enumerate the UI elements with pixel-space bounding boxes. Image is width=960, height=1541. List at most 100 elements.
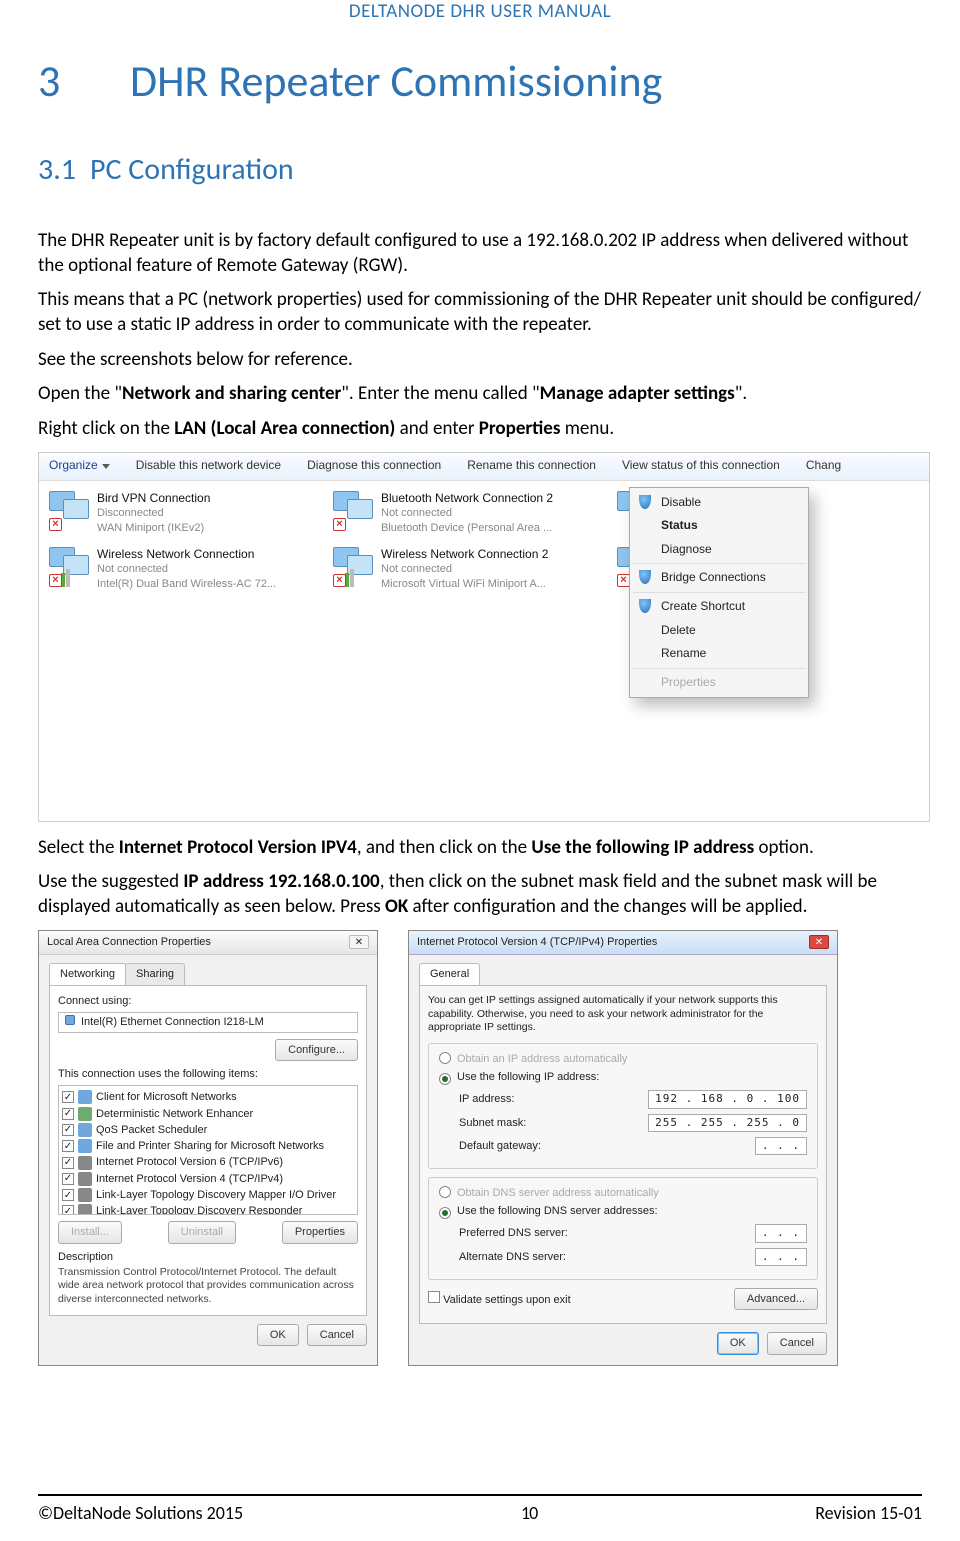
dialog-title: Local Area Connection Properties bbox=[47, 935, 211, 949]
ok-button[interactable]: OK bbox=[257, 1324, 299, 1346]
gateway-input[interactable]: . . . bbox=[755, 1137, 807, 1155]
context-menu-item[interactable]: Diagnose bbox=[633, 538, 805, 562]
document-header: DELTANODE DHR USER MANUAL bbox=[38, 0, 922, 25]
component-icon bbox=[78, 1204, 92, 1215]
context-menu-item[interactable]: Create Shortcut bbox=[633, 595, 805, 619]
close-button[interactable]: ✕ bbox=[349, 935, 369, 949]
component-icon bbox=[78, 1107, 92, 1121]
connection-icon: × bbox=[333, 491, 373, 531]
alternate-dns-input[interactable]: . . . bbox=[755, 1248, 807, 1266]
checkbox[interactable]: ✓ bbox=[62, 1108, 74, 1120]
connection-item[interactable]: ×Bird VPN ConnectionDisconnectedWAN Mini… bbox=[49, 491, 301, 535]
checkbox[interactable]: ✓ bbox=[62, 1157, 74, 1169]
checkbox[interactable]: ✓ bbox=[62, 1173, 74, 1185]
validate-checkbox[interactable] bbox=[428, 1291, 440, 1303]
context-menu-item[interactable]: Delete bbox=[633, 619, 805, 643]
configure-button[interactable]: Configure... bbox=[275, 1039, 358, 1061]
label: IP address: bbox=[459, 1092, 609, 1106]
component-icon bbox=[78, 1172, 92, 1186]
preferred-dns-input[interactable]: . . . bbox=[755, 1224, 807, 1242]
component-icon bbox=[78, 1090, 92, 1104]
properties-button[interactable]: Properties bbox=[282, 1221, 358, 1243]
toolbar: Organize Disable this network device Dia… bbox=[39, 453, 929, 481]
shield-icon bbox=[639, 599, 651, 613]
close-button[interactable]: ✕ bbox=[809, 935, 829, 949]
list-item[interactable]: ✓File and Printer Sharing for Microsoft … bbox=[62, 1138, 354, 1154]
description-text: Transmission Control Protocol/Internet P… bbox=[58, 1266, 358, 1307]
paragraph: Open the "Network and sharing center". E… bbox=[38, 382, 922, 407]
connection-item[interactable]: ×Wireless Network Connection 2Not connec… bbox=[333, 547, 585, 591]
h2-number: 3.1 bbox=[38, 150, 90, 189]
shield-icon bbox=[639, 495, 651, 509]
list-item[interactable]: ✓Client for Microsoft Networks bbox=[62, 1089, 354, 1105]
footer-right: Revision 15-01 bbox=[815, 1502, 922, 1525]
toolbar-item[interactable]: Chang bbox=[806, 458, 841, 474]
paragraph: See the screenshots below for reference. bbox=[38, 348, 922, 373]
cancel-button[interactable]: Cancel bbox=[307, 1324, 367, 1346]
component-icon bbox=[78, 1123, 92, 1137]
checkbox[interactable]: ✓ bbox=[62, 1124, 74, 1136]
context-menu-item[interactable]: Bridge Connections bbox=[633, 566, 805, 590]
list-item[interactable]: ✓QoS Packet Scheduler bbox=[62, 1122, 354, 1138]
list-item[interactable]: ✓Link-Layer Topology Discovery Mapper I/… bbox=[62, 1187, 354, 1203]
uninstall-button[interactable]: Uninstall bbox=[168, 1221, 236, 1243]
toolbar-item[interactable]: Disable this network device bbox=[136, 458, 281, 474]
context-menu-item: Properties bbox=[633, 671, 805, 695]
page-number: 10 bbox=[521, 1502, 537, 1525]
tab-general[interactable]: General bbox=[419, 963, 480, 985]
label: Alternate DNS server: bbox=[459, 1250, 609, 1264]
connection-item[interactable]: ×Wireless Network ConnectionNot connecte… bbox=[49, 547, 301, 591]
install-button[interactable]: Install... bbox=[58, 1221, 122, 1243]
component-icon bbox=[78, 1156, 92, 1170]
connection-icon: × bbox=[49, 547, 89, 587]
paragraph: The DHR Repeater unit is by factory defa… bbox=[38, 229, 922, 278]
organize-menu[interactable]: Organize bbox=[49, 458, 110, 474]
list-item[interactable]: ✓Internet Protocol Version 6 (TCP/IPv6) bbox=[62, 1154, 354, 1170]
paragraph: Right click on the LAN (Local Area conne… bbox=[38, 417, 922, 442]
radio-static-dns[interactable] bbox=[439, 1207, 451, 1219]
toolbar-item[interactable]: Rename this connection bbox=[467, 458, 596, 474]
heading-2: 3.1 PC Configuration bbox=[38, 150, 922, 189]
connection-icon: × bbox=[333, 547, 373, 587]
adapter-field: Intel(R) Ethernet Connection I218-LM bbox=[58, 1012, 358, 1032]
context-menu-item[interactable]: Status bbox=[633, 514, 805, 538]
label: Preferred DNS server: bbox=[459, 1226, 609, 1240]
heading-1: 3 DHR Repeater Commissioning bbox=[38, 53, 922, 110]
subnet-mask-input[interactable]: 255 . 255 . 255 . 0 bbox=[648, 1114, 807, 1132]
paragraph: This means that a PC (network properties… bbox=[38, 288, 922, 337]
checkbox[interactable]: ✓ bbox=[62, 1205, 74, 1215]
tab-networking[interactable]: Networking bbox=[49, 963, 126, 985]
tab-sharing[interactable]: Sharing bbox=[125, 963, 185, 985]
ipv4-properties-dialog: Internet Protocol Version 4 (TCP/IPv4) P… bbox=[408, 930, 838, 1366]
checkbox[interactable]: ✓ bbox=[62, 1091, 74, 1103]
h1-number: 3 bbox=[38, 53, 130, 110]
lan-properties-dialog: Local Area Connection Properties ✕ Netwo… bbox=[38, 930, 378, 1366]
page-footer: ©DeltaNode Solutions 2015 10 Revision 15… bbox=[38, 1494, 922, 1525]
radio-static-ip[interactable] bbox=[439, 1073, 451, 1085]
h1-text: DHR Repeater Commissioning bbox=[130, 53, 662, 110]
component-icon bbox=[78, 1139, 92, 1153]
advanced-button[interactable]: Advanced... bbox=[734, 1288, 818, 1310]
ip-address-input[interactable]: 192 . 168 . 0 . 100 bbox=[648, 1090, 807, 1108]
label: Default gateway: bbox=[459, 1139, 609, 1153]
context-menu-item[interactable]: Rename bbox=[633, 642, 805, 666]
component-list[interactable]: ✓Client for Microsoft Networks✓Determini… bbox=[58, 1085, 358, 1215]
component-icon bbox=[78, 1188, 92, 1202]
context-menu-item[interactable]: Disable bbox=[633, 491, 805, 515]
checkbox[interactable]: ✓ bbox=[62, 1189, 74, 1201]
toolbar-item[interactable]: View status of this connection bbox=[622, 458, 780, 474]
list-item[interactable]: ✓Deterministic Network Enhancer bbox=[62, 1106, 354, 1122]
h2-text: PC Configuration bbox=[90, 150, 294, 189]
connection-item[interactable]: ×Bluetooth Network Connection 2Not conne… bbox=[333, 491, 585, 535]
label: Subnet mask: bbox=[459, 1116, 609, 1130]
chevron-down-icon bbox=[102, 464, 110, 469]
toolbar-item[interactable]: Diagnose this connection bbox=[307, 458, 441, 474]
list-item[interactable]: ✓Internet Protocol Version 4 (TCP/IPv4) bbox=[62, 1171, 354, 1187]
context-menu: DisableStatusDiagnose Bridge Connections C… bbox=[629, 487, 809, 699]
label: Description bbox=[58, 1250, 358, 1264]
ok-button[interactable]: OK bbox=[717, 1332, 759, 1354]
shield-icon bbox=[639, 570, 651, 584]
checkbox[interactable]: ✓ bbox=[62, 1140, 74, 1152]
cancel-button[interactable]: Cancel bbox=[767, 1332, 827, 1354]
list-item[interactable]: ✓Link-Layer Topology Discovery Responder bbox=[62, 1203, 354, 1215]
